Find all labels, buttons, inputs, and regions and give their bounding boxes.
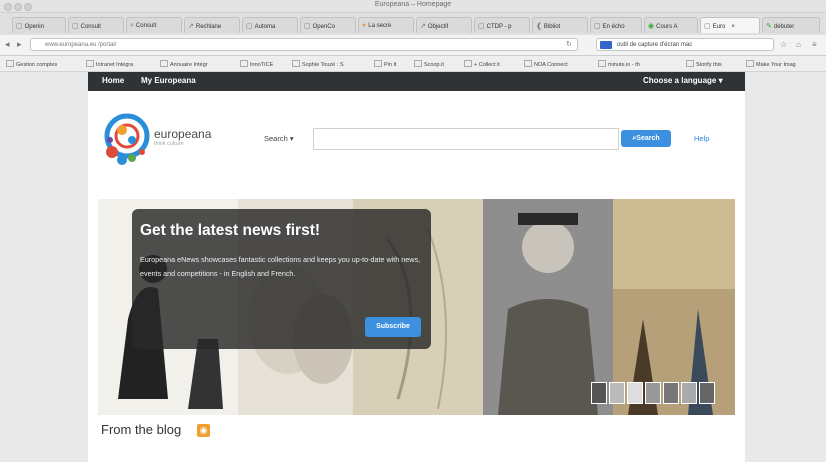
browser-tab[interactable]: ❰ Bibliot	[532, 17, 588, 33]
page-icon: ▢	[16, 23, 23, 30]
carousel-thumbnail[interactable]	[681, 382, 697, 404]
url-field[interactable]: www.europeana.eu /portal/	[30, 38, 578, 51]
site-topbar: Home My Europeana Choose a language ▾	[88, 72, 745, 91]
subscribe-button[interactable]: Subscribe	[365, 317, 421, 337]
search-button[interactable]: ⌕Search	[621, 130, 671, 147]
close-tab-icon[interactable]: ×	[731, 24, 735, 30]
bookmark-icon	[746, 60, 754, 67]
bookmark-icon	[598, 60, 606, 67]
hero-title: Get the latest news first!	[140, 222, 321, 239]
tab-strip: ▢ Openin ▢ Consult ⌕ Consult ↗ Rechlane ▢ Aut…	[0, 13, 826, 35]
brand-tagline: think culture	[154, 141, 184, 147]
bookmark-icon	[414, 60, 422, 67]
browser-navbar: ◂ ▸ www.europeana.eu /portal/ ↻ outil de…	[0, 35, 826, 56]
page-icon: ▢	[304, 23, 311, 30]
window-titlebar: Europeana – Homepage	[0, 0, 826, 13]
bookmark-item[interactable]: Sophie Touzé : S	[292, 60, 343, 68]
browser-tab[interactable]: ▢ En écho	[590, 17, 642, 33]
browser-tab[interactable]: ▢ OpenCo	[300, 17, 356, 33]
language-selector[interactable]: Choose a language ▾	[643, 76, 723, 85]
page-icon: ▢	[704, 23, 711, 30]
bookmark-item[interactable]: Scoop.it	[414, 60, 444, 68]
bookmark-item[interactable]: Storify this	[686, 60, 722, 68]
browser-tab-active[interactable]: ▢ Euro ×	[700, 17, 760, 33]
bookmark-item[interactable]: Make Your Imag	[746, 60, 796, 68]
brand-wordmark: europeana	[154, 127, 212, 141]
browser-tab[interactable]: ◉ Cours A	[644, 17, 698, 33]
page-icon: ▢	[72, 23, 79, 30]
bookmark-item[interactable]: Gestion comptes	[6, 60, 57, 68]
bookmark-icon	[160, 60, 168, 67]
page-icon: ▢	[594, 23, 601, 30]
europeana-logo-icon[interactable]	[102, 110, 150, 170]
page-icon: ●	[362, 22, 367, 29]
search-scope-dropdown[interactable]: Search ▾	[264, 134, 294, 143]
page-icon: ↗	[420, 23, 426, 30]
home-icon[interactable]: ⌂	[796, 40, 801, 49]
bookmarks-bar: Gestion comptes Intranet Intégra Annuair…	[0, 56, 826, 72]
carousel-thumbnail[interactable]	[645, 382, 661, 404]
site-search-input[interactable]	[313, 128, 619, 150]
bookmark-star-icon[interactable]: ☆	[780, 40, 787, 49]
bookmark-icon	[240, 60, 248, 67]
bookmark-icon	[524, 60, 532, 67]
menu-icon[interactable]: ≡	[812, 40, 817, 49]
newsletter-panel: Get the latest news first! Europeana eNe…	[132, 209, 431, 349]
europeana-page: Home My Europeana Choose a language ▾ eu…	[88, 72, 745, 462]
forward-icon[interactable]: ▸	[17, 39, 22, 50]
rss-icon[interactable]: ◉	[197, 424, 210, 437]
hero-carousel[interactable]: Get the latest news first! Europeana eNe…	[98, 199, 735, 415]
carousel-thumbnails	[591, 382, 729, 405]
bookmark-icon	[6, 60, 14, 67]
back-icon[interactable]: ◂	[5, 39, 10, 50]
browser-tab[interactable]: ⌕ Consult	[126, 17, 182, 33]
browser-tab[interactable]: ▢ Openin	[12, 17, 66, 33]
bookmark-item[interactable]: Annuaire Intégr	[160, 60, 208, 68]
bookmark-icon	[464, 60, 472, 67]
carousel-thumbnail[interactable]	[627, 382, 643, 404]
carousel-thumbnail[interactable]	[591, 382, 607, 404]
hero-body: Europeana eNews showcases fantastic coll…	[140, 255, 421, 278]
window-title: Europeana – Homepage	[374, 1, 452, 8]
browser-tab[interactable]: ✎ débuter	[762, 17, 820, 33]
browser-tab[interactable]: ↗ Objectif	[416, 17, 472, 33]
bookmark-item[interactable]: InnoTICE	[240, 60, 273, 68]
carousel-thumbnail[interactable]	[663, 382, 679, 404]
nav-home-link[interactable]: Home	[102, 76, 124, 85]
browser-tab[interactable]: ▢ CTDP - p	[474, 17, 530, 33]
search-icon: ⌕	[130, 22, 134, 29]
bookmark-icon	[292, 60, 300, 67]
browser-tab[interactable]: ▢ Automa	[242, 17, 298, 33]
help-link[interactable]: Help	[694, 134, 709, 143]
page-icon: ▢	[478, 23, 485, 30]
page-icon: ✎	[766, 23, 772, 30]
nav-my-europeana-link[interactable]: My Europeana	[141, 76, 196, 85]
page-icon: ❰	[536, 23, 542, 30]
carousel-thumbnail[interactable]	[699, 382, 715, 404]
browser-search-field[interactable]: outil de capture d'écran mac	[596, 38, 774, 51]
bookmark-item[interactable]: Pin It	[374, 60, 397, 68]
browser-tab[interactable]: ↗ Rechlane	[184, 17, 240, 33]
bookmark-item[interactable]: Intranet Intégra	[86, 60, 133, 68]
carousel-thumbnail[interactable]	[609, 382, 625, 404]
bookmark-icon	[686, 60, 694, 67]
browser-tab[interactable]: ● La secre	[358, 17, 414, 33]
search-engine-icon	[600, 41, 612, 49]
reload-icon[interactable]: ↻	[566, 40, 572, 48]
bookmark-item[interactable]: + Collect it	[464, 60, 500, 68]
bookmark-item[interactable]: NOA Connect	[524, 60, 568, 68]
bookmark-icon	[86, 60, 94, 67]
bookmark-item[interactable]: minute.io - th	[598, 60, 640, 68]
bookmark-icon	[374, 60, 382, 67]
page-icon: ▢	[246, 23, 253, 30]
page-icon: ↗	[188, 23, 194, 30]
browser-tab[interactable]: ▢ Consult	[68, 17, 124, 33]
page-icon: ◉	[648, 23, 655, 30]
blog-heading: From the blog	[101, 422, 182, 437]
